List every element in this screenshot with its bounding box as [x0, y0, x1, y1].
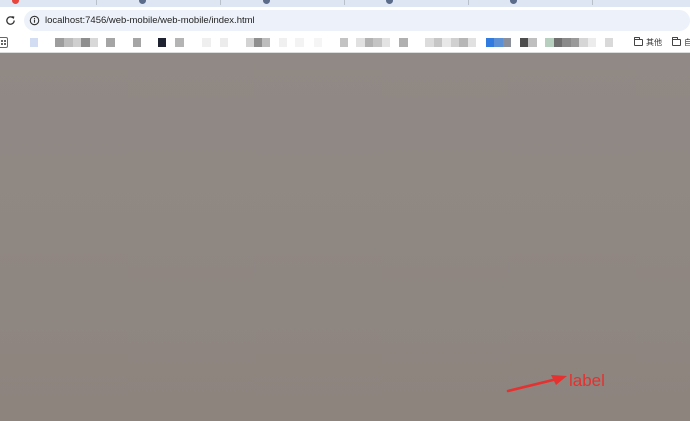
apps-icon[interactable] [0, 37, 8, 48]
bookmark-item[interactable] [486, 38, 494, 47]
browser-toolbar: localhost:7456/web-mobile/web-mobile/ind… [0, 7, 690, 33]
bookmark-item[interactable] [382, 38, 390, 47]
bookmark-item[interactable] [468, 38, 476, 47]
bookmark-item[interactable] [175, 38, 184, 47]
tab-strip [0, 0, 690, 7]
bookmark-item[interactable] [588, 38, 596, 47]
reload-icon [5, 15, 15, 25]
tab-separator [344, 0, 345, 5]
bookmark-item[interactable] [133, 38, 141, 47]
address-bar[interactable]: localhost:7456/web-mobile/web-mobile/ind… [24, 10, 690, 31]
other-bookmarks-label: 其他 [646, 38, 662, 47]
bookmark-item[interactable] [605, 38, 613, 47]
tab-separator [468, 0, 469, 5]
tab-favicon-icon[interactable] [510, 0, 517, 4]
folder-icon [634, 37, 643, 46]
bookmark-item[interactable] [571, 38, 579, 47]
bookmark-item[interactable] [81, 38, 90, 47]
bookmark-item[interactable] [64, 38, 73, 47]
bookmark-item[interactable] [314, 38, 322, 47]
bookmark-item[interactable] [246, 38, 254, 47]
bookmark-item[interactable] [494, 38, 503, 47]
site-info-icon [29, 15, 40, 26]
bookmark-item[interactable] [90, 38, 98, 47]
bookmark-item[interactable] [434, 38, 442, 47]
bookmark-item[interactable] [562, 38, 571, 47]
bookmark-item[interactable] [425, 38, 434, 47]
reload-button[interactable] [3, 13, 17, 27]
game-canvas[interactable] [0, 53, 690, 421]
bookmark-item[interactable] [55, 38, 64, 47]
bookmark-item[interactable] [279, 38, 287, 47]
bookmark-item[interactable] [373, 38, 382, 47]
bookmark-item[interactable] [73, 38, 81, 47]
bookmark-item[interactable] [295, 38, 304, 47]
bookmark-item[interactable] [528, 38, 537, 47]
bookmark-item[interactable] [399, 38, 408, 47]
bookmark-folder-label: 自 [684, 38, 690, 47]
browser-window: localhost:7456/web-mobile/web-mobile/ind… [0, 0, 690, 421]
tab-separator [220, 0, 221, 5]
bookmark-item[interactable] [262, 38, 270, 47]
bookmark-folder[interactable]: 自 [672, 37, 690, 48]
tab-favicon-icon[interactable] [12, 0, 19, 4]
bookmark-item[interactable] [254, 38, 262, 47]
bookmark-item[interactable] [158, 38, 166, 47]
bookmark-item[interactable] [520, 38, 528, 47]
bookmark-item[interactable] [451, 38, 459, 47]
bookmarks-bar: 其他 自 [0, 33, 690, 52]
bookmark-item[interactable] [459, 38, 468, 47]
red-arrow-annotation [506, 375, 567, 393]
bookmark-item[interactable] [106, 38, 115, 47]
bookmark-item[interactable] [554, 38, 562, 47]
bookmark-item[interactable] [340, 38, 348, 47]
bookmark-item[interactable] [202, 38, 211, 47]
bookmark-item[interactable] [503, 38, 511, 47]
bookmark-item[interactable] [30, 38, 38, 47]
bookmark-item[interactable] [442, 38, 451, 47]
other-bookmarks-folder[interactable]: 其他 [634, 37, 662, 48]
tab-favicon-icon[interactable] [139, 0, 146, 4]
url-text[interactable]: localhost:7456/web-mobile/web-mobile/ind… [45, 14, 255, 27]
bookmark-item[interactable] [220, 38, 228, 47]
folder-icon [672, 37, 681, 46]
tab-separator [96, 0, 97, 5]
annotation-label: label [569, 371, 605, 390]
tab-favicon-icon[interactable] [386, 0, 393, 4]
tab-favicon-icon[interactable] [263, 0, 270, 4]
bookmark-item[interactable] [545, 38, 554, 47]
bookmark-item[interactable] [365, 38, 373, 47]
site-info-button[interactable] [28, 14, 41, 27]
bookmark-item[interactable] [579, 38, 588, 47]
bookmark-item[interactable] [356, 38, 365, 47]
tab-separator [592, 0, 593, 5]
